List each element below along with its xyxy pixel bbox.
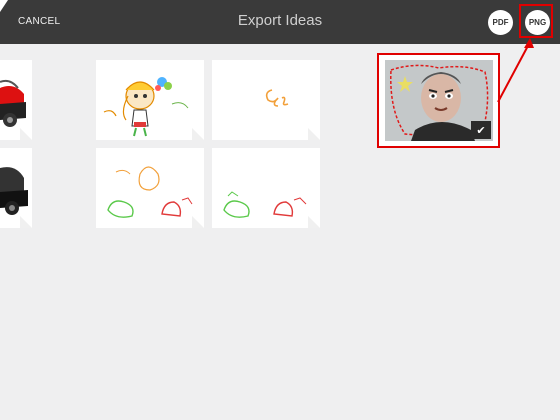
sketch-card-character[interactable] (96, 60, 204, 140)
doodle-character-drawing (103, 77, 189, 137)
sketch-card-creatures-2[interactable] (212, 148, 320, 228)
page-title: Export Ideas (237, 12, 323, 29)
page-fold (308, 128, 320, 140)
annotation-arrow (497, 38, 534, 103)
selected-photo-card[interactable]: ✔ (377, 53, 500, 148)
page-fold (192, 128, 204, 140)
page-fold (308, 216, 320, 228)
sketch-card-left-bottom[interactable] (0, 148, 32, 228)
sketch-card-scribble[interactable] (212, 60, 320, 140)
top-bar: CANCEL Export Ideas PDF PNG (0, 0, 560, 44)
orange-scribble-drawing (265, 89, 289, 107)
photo-thumbnail: ✔ (385, 60, 493, 141)
sketch-card-left-top[interactable] (0, 60, 32, 140)
png-highlight-box (519, 4, 553, 38)
page-fold (20, 216, 32, 228)
sketch-card-creatures-1[interactable] (96, 148, 204, 228)
pdf-export-button[interactable]: PDF (488, 10, 513, 35)
doodle-creatures-drawing (223, 191, 307, 218)
page-fold (20, 128, 32, 140)
doodle-creatures-drawing (107, 166, 193, 218)
page-fold (192, 216, 204, 228)
checkmark-icon: ✔ (471, 121, 491, 139)
